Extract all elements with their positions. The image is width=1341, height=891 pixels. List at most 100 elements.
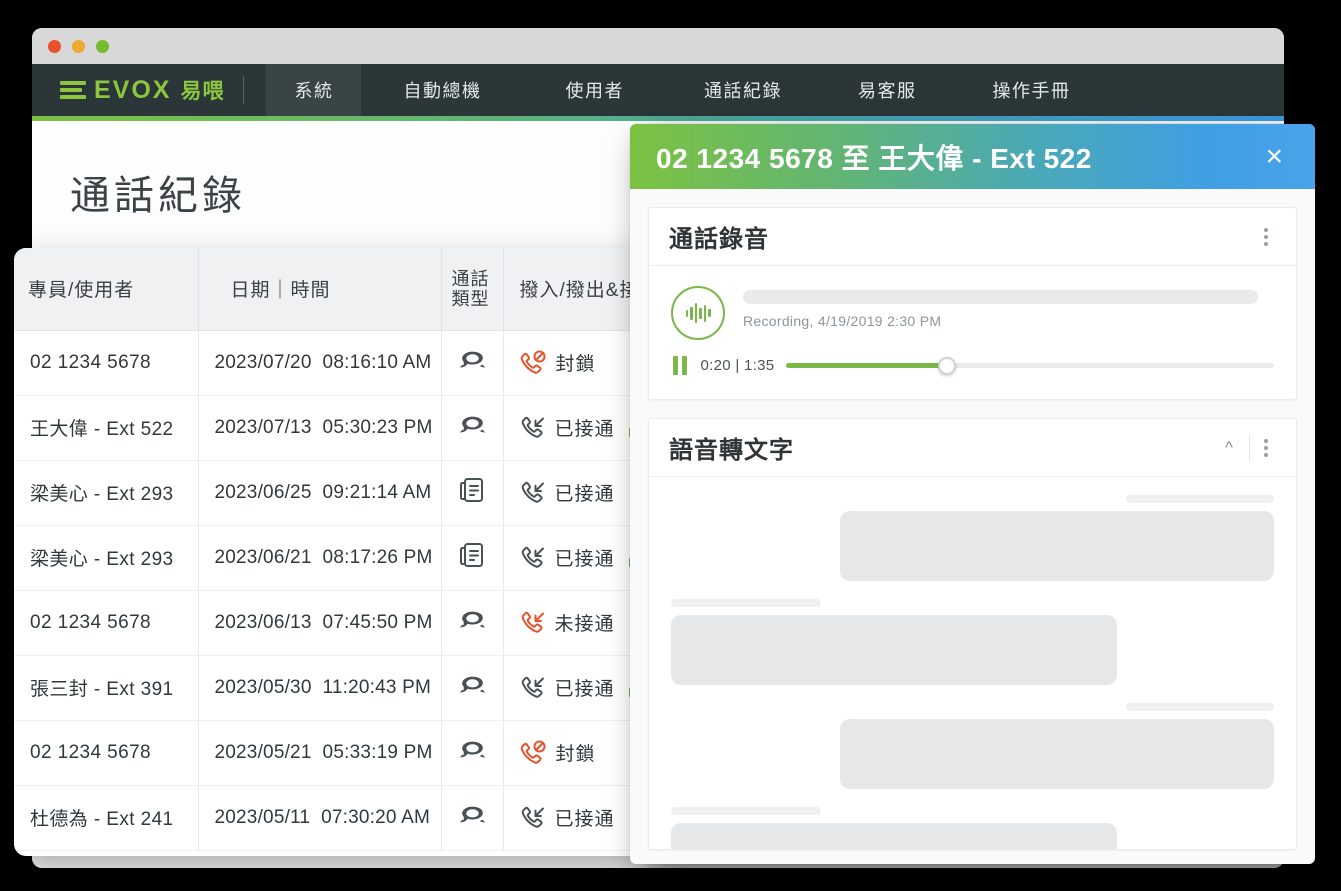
main-navbar: EVOX 易喂 系統 自動總機 使用者 通話紀錄 易客服 操作手冊 bbox=[32, 64, 1284, 116]
transcript-card-header: 語音轉文字 ^ bbox=[649, 419, 1296, 477]
logo-divider bbox=[243, 76, 245, 104]
transcript-message-placeholder bbox=[671, 703, 1274, 789]
cell-call-type bbox=[441, 785, 504, 851]
transcript-placeholder-list bbox=[649, 477, 1296, 849]
table-row[interactable]: 杜德為 - Ext 241 2023/05/11 07:30:20 AM 已接通 bbox=[14, 785, 654, 851]
nav-item-manual[interactable]: 操作手冊 bbox=[954, 64, 1108, 116]
recording-card-title: 通話錄音 bbox=[669, 226, 769, 253]
recording-row: Recording, 4/19/2019 2:30 PM bbox=[671, 286, 1274, 340]
logo-chinese-name: 易喂 bbox=[180, 80, 225, 103]
cell-call-type bbox=[441, 330, 504, 396]
fax-document-icon bbox=[460, 542, 483, 567]
cell-datetime: 2023/05/11 07:30:20 AM bbox=[198, 785, 442, 851]
transcript-speaker-placeholder bbox=[1126, 703, 1274, 711]
transcript-text-placeholder bbox=[839, 511, 1274, 581]
recording-card-actions bbox=[1254, 222, 1278, 252]
window-close-button[interactable] bbox=[48, 39, 61, 53]
pause-icon[interactable] bbox=[671, 354, 689, 377]
cell-datetime: 2023/07/13 05:30:23 PM bbox=[198, 395, 442, 461]
telephone-icon bbox=[459, 741, 485, 757]
direction-label: 封鎖 bbox=[555, 354, 596, 375]
cell-call-type bbox=[441, 460, 504, 526]
call-records-table: 專員/使用者 日期｜時間 通話 類型 撥入/撥出&接 02 1234 5678 2… bbox=[14, 248, 654, 851]
playback-slider[interactable] bbox=[786, 356, 1274, 375]
table-clip: 專員/使用者 日期｜時間 通話 類型 撥入/撥出&接 02 1234 5678 2… bbox=[14, 248, 654, 856]
cell-user: 02 1234 5678 bbox=[14, 330, 199, 396]
recording-card: 通話錄音 Recording, 4/19/2019 2:30 PM 0:20 |… bbox=[648, 207, 1297, 400]
cell-datetime: 2023/05/21 05:33:19 PM bbox=[198, 720, 442, 786]
transcript-text-placeholder bbox=[839, 719, 1274, 789]
table-row[interactable]: 梁美心 - Ext 293 2023/06/21 08:17:26 PM 已接通 bbox=[14, 525, 654, 591]
logo-wordmark: EVOX bbox=[94, 75, 172, 104]
table-body: 02 1234 5678 2023/07/20 08:16:10 AM 封鎖 王大偉 … bbox=[14, 330, 654, 851]
cell-call-type bbox=[441, 655, 504, 721]
table-header-row: 專員/使用者 日期｜時間 通話 類型 撥入/撥出&接 bbox=[14, 248, 654, 331]
table-row[interactable]: 02 1234 5678 2023/06/13 07:45:50 PM 未接通 bbox=[14, 590, 654, 656]
nav-item-auto-attendant[interactable]: 自動總機 bbox=[361, 64, 523, 116]
incoming-call-icon bbox=[521, 416, 544, 438]
navbar-items: 系統 自動總機 使用者 通話紀錄 易客服 操作手冊 bbox=[266, 64, 1108, 116]
table-row[interactable]: 02 1234 5678 2023/05/21 05:33:19 PM 封鎖 bbox=[14, 720, 654, 786]
recording-card-body: Recording, 4/19/2019 2:30 PM 0:20 | 1:35 bbox=[649, 266, 1296, 399]
cell-user: 杜德為 - Ext 241 bbox=[14, 785, 199, 851]
cell-datetime: 2023/06/13 07:45:50 PM bbox=[198, 590, 442, 656]
direction-label: 已接通 bbox=[554, 484, 615, 505]
window-titlebar bbox=[32, 28, 1284, 64]
audio-waveform-icon bbox=[671, 286, 725, 340]
detail-panel-title: 02 1234 5678 至 王大偉 - Ext 522 bbox=[656, 142, 1092, 174]
fax-document-icon bbox=[460, 477, 483, 502]
nav-item-users[interactable]: 使用者 bbox=[523, 64, 666, 116]
transcript-text-placeholder bbox=[671, 615, 1118, 685]
cell-call-type bbox=[441, 525, 504, 591]
screenshot-stage: EVOX 易喂 系統 自動總機 使用者 通話紀錄 易客服 操作手冊 通話紀錄 專… bbox=[0, 0, 1341, 891]
nav-item-call-records[interactable]: 通話紀錄 bbox=[666, 64, 820, 116]
playback-slider-knob[interactable] bbox=[938, 356, 957, 375]
incoming-call-icon bbox=[521, 806, 544, 828]
chevron-up-icon[interactable]: ^ bbox=[1213, 432, 1245, 464]
table-row[interactable]: 王大偉 - Ext 522 2023/07/13 05:30:23 PM 已接通 bbox=[14, 395, 654, 461]
incoming-call-icon bbox=[521, 481, 544, 503]
telephone-icon bbox=[459, 611, 485, 627]
transcript-speaker-placeholder bbox=[671, 599, 821, 607]
transcript-card: 語音轉文字 ^ bbox=[648, 418, 1297, 850]
call-records-table-card: 專員/使用者 日期｜時間 通話 類型 撥入/撥出&接 02 1234 5678 2… bbox=[14, 248, 654, 856]
detail-panel-header: 02 1234 5678 至 王大偉 - Ext 522 × bbox=[630, 124, 1315, 189]
transcript-message-placeholder bbox=[671, 495, 1274, 581]
playback-time: 0:20 | 1:35 bbox=[700, 357, 775, 374]
transcript-card-actions: ^ bbox=[1213, 432, 1278, 464]
direction-label: 未接通 bbox=[554, 614, 615, 635]
column-header-datetime[interactable]: 日期｜時間 bbox=[198, 248, 442, 331]
direction-label: 封鎖 bbox=[555, 744, 596, 765]
evox-logo[interactable]: EVOX 易喂 bbox=[32, 64, 266, 116]
logo-e-icon bbox=[60, 81, 86, 99]
cell-user: 張三封 - Ext 391 bbox=[14, 655, 199, 721]
recording-meta: Recording, 4/19/2019 2:30 PM bbox=[743, 286, 1274, 329]
column-header-call-type[interactable]: 通話 類型 bbox=[441, 248, 504, 331]
table-row[interactable]: 02 1234 5678 2023/07/20 08:16:10 AM 封鎖 bbox=[14, 330, 654, 396]
column-header-user[interactable]: 專員/使用者 bbox=[14, 248, 199, 331]
transcript-message-placeholder bbox=[671, 599, 1274, 685]
missed-call-icon bbox=[521, 611, 544, 633]
telephone-icon bbox=[459, 351, 485, 367]
blocked-call-icon bbox=[520, 350, 545, 374]
direction-label: 已接通 bbox=[554, 679, 615, 700]
window-maximize-button[interactable] bbox=[96, 39, 109, 53]
more-options-icon[interactable] bbox=[1254, 222, 1278, 252]
window-minimize-button[interactable] bbox=[72, 39, 85, 53]
close-icon[interactable]: × bbox=[1259, 138, 1289, 176]
telephone-icon bbox=[459, 676, 485, 692]
more-options-icon[interactable] bbox=[1254, 433, 1278, 463]
transcript-speaker-placeholder bbox=[671, 807, 821, 815]
cell-call-type bbox=[441, 720, 504, 786]
column-header-call-type-line1: 通話 bbox=[451, 268, 490, 289]
transcript-card-title: 語音轉文字 bbox=[669, 437, 794, 464]
cell-datetime: 2023/06/25 09:21:14 AM bbox=[198, 460, 442, 526]
nav-item-system[interactable]: 系統 bbox=[266, 64, 362, 116]
cell-user: 02 1234 5678 bbox=[14, 590, 199, 656]
nav-item-customer-service[interactable]: 易客服 bbox=[820, 64, 955, 116]
table-row[interactable]: 梁美心 - Ext 293 2023/06/25 09:21:14 AM 已接通 bbox=[14, 460, 654, 526]
transcript-speaker-placeholder bbox=[1126, 495, 1274, 503]
audio-player: 0:20 | 1:35 bbox=[671, 354, 1274, 377]
recording-card-header: 通話錄音 bbox=[649, 208, 1296, 266]
table-row[interactable]: 張三封 - Ext 391 2023/05/30 11:20:43 PM 已接通 bbox=[14, 655, 654, 721]
